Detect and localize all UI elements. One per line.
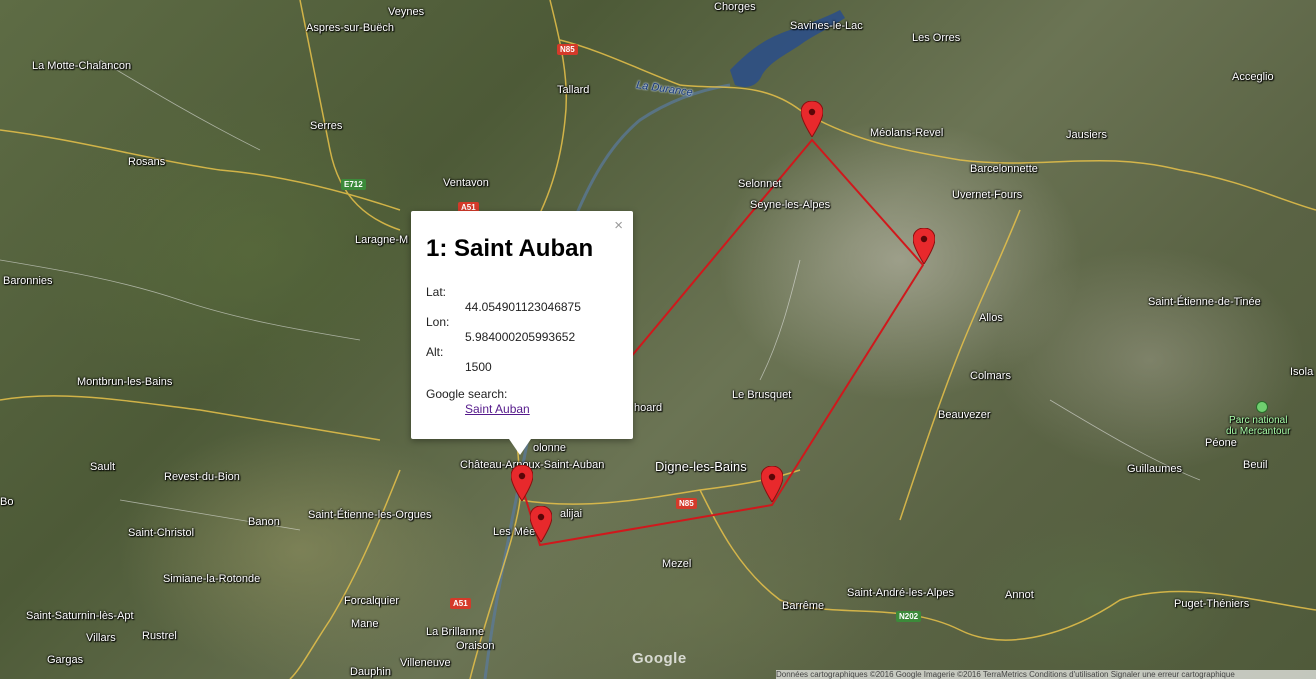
road-shield-a51-south: A51 [450,598,471,609]
place-simiane: Simiane-la-Rotonde [163,573,261,585]
place-serres: Serres [310,120,343,132]
info-window-tail [509,439,531,455]
google-search-link[interactable]: Saint Auban [465,402,530,416]
info-window-title: 1: Saint Auban [426,235,594,262]
place-gargas: Gargas [47,654,84,666]
lon-label: Lon: [426,315,450,329]
route-marker-icon[interactable] [801,101,823,137]
place-saint-christol: Saint-Christol [128,527,195,539]
place-veynes: Veynes [388,6,425,18]
place-saint-saturnin: Saint-Saturnin-lès-Apt [26,610,134,622]
place-rosans: Rosans [128,156,166,168]
place-laragne: Laragne-M [355,234,409,246]
place-villars: Villars [86,632,116,644]
place-saint-andre: Saint-André-les-Alpes [847,587,954,599]
alt-label: Alt: [426,345,444,359]
place-la-brillanne: La Brillanne [426,626,485,638]
place-saint-etienne-tinee: Saint-Étienne-de-Tinée [1148,296,1261,308]
google-search-label: Google search: [426,387,508,401]
place-peone: Péone [1205,437,1237,449]
place-chorges: Chorges [714,1,756,13]
place-banon: Banon [248,516,280,528]
close-icon[interactable]: × [614,217,623,234]
road-shield-n202: N202 [896,611,922,622]
road-shield-e712: E712 [341,179,366,190]
park-mercantour-label: Parc national du Mercantour [1226,415,1291,437]
place-seyne: Seyne-les-Alpes [750,199,831,211]
place-meolans: Méolans-Revel [870,127,944,139]
place-barcelonnette: Barcelonnette [970,163,1038,175]
place-baronnies: Baronnies [3,275,53,287]
place-le-brusquet: Le Brusquet [732,389,792,401]
place-forcalquier: Forcalquier [344,595,400,607]
place-dauphin: Dauphin [350,666,391,678]
place-tallard: Tallard [557,84,590,96]
place-barreme: Barrême [782,600,825,612]
place-puget: Puget-Théniers [1174,598,1250,610]
place-malijai: alijai [560,508,583,520]
place-guillaumes: Guillaumes [1127,463,1183,475]
place-mezel: Mezel [662,558,692,570]
lat-label: Lat: [426,285,447,299]
route-marker-icon[interactable] [530,506,552,542]
park-icon [1256,401,1268,413]
place-colmars: Colmars [970,370,1011,382]
place-beauvezer: Beauvezer [938,409,991,421]
place-annot: Annot [1005,589,1034,601]
route-marker-icon[interactable] [511,465,533,501]
place-volonne: olonne [533,442,567,454]
lat-value: 44.054901123046875 [465,300,581,314]
place-uvernet: Uvernet-Fours [952,189,1023,201]
map-canvas[interactable]: Veynes Chorges Savines-le-Lac Les Orres … [0,0,1316,679]
place-mane: Mane [351,618,379,630]
place-digne: Digne-les-Bains [655,459,747,474]
place-allos: Allos [979,312,1003,324]
map-attribution[interactable]: Données cartographiques ©2016 Google Ima… [776,670,1316,679]
place-les-orres: Les Orres [912,32,961,44]
lon-value: 5.984000205993652 [465,330,576,344]
route-marker-icon[interactable] [913,228,935,264]
alt-value: 1500 [465,360,492,374]
road-shield-n85-digne: N85 [676,498,697,509]
place-jausiers: Jausiers [1066,129,1107,141]
place-beuil: Beuil [1243,459,1268,471]
place-bo: Bo [0,496,14,508]
place-saint-etienne-orgues: Saint-Étienne-les-Orgues [308,509,432,521]
place-villeneuve: Villeneuve [400,657,451,669]
place-acceglio: Acceglio [1232,71,1274,83]
place-choard: hoard [634,402,663,414]
place-aspres: Aspres-sur-Buëch [306,22,395,34]
road-shield-n85: N85 [557,44,578,55]
place-sault: Sault [90,461,116,473]
place-oraison: Oraison [456,640,495,652]
place-isola: Isola [1290,366,1314,378]
place-ventavon: Ventavon [443,177,489,189]
place-rustrel: Rustrel [142,630,177,642]
place-montbrun: Montbrun-les-Bains [77,376,173,388]
google-logo: Google [632,650,687,667]
info-window: × 1: Saint Auban Lat: 44.054901123046875… [411,211,633,455]
place-selonnet: Selonnet [738,178,782,190]
place-la-motte: La Motte-Chalancon [32,60,132,72]
route-marker-icon[interactable] [761,466,783,502]
place-revest: Revest-du-Bion [164,471,240,483]
place-savines: Savines-le-Lac [790,20,863,32]
